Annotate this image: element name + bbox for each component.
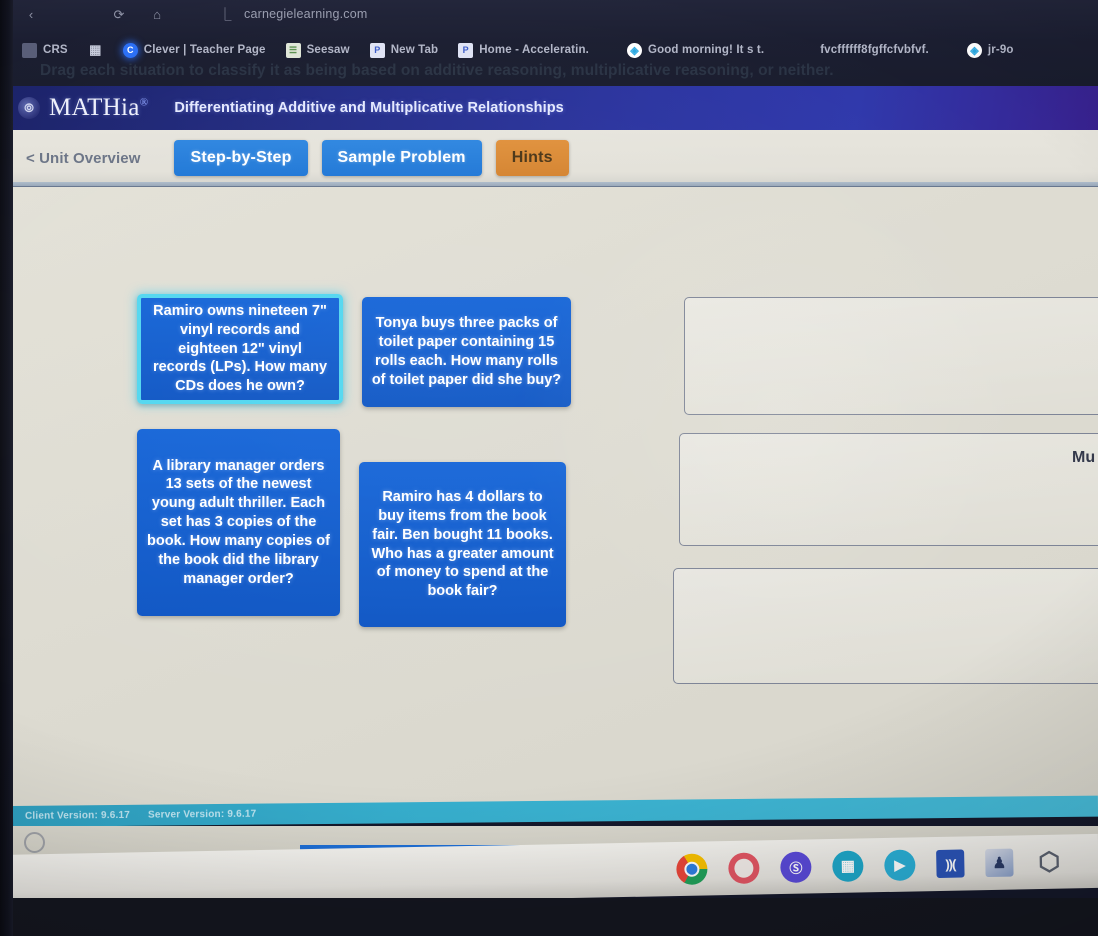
bookmark-home-accelerate[interactable]: P Home - Acceleratin. (458, 42, 589, 58)
bookmark-good-morning[interactable]: ◈ Good morning! It s t. (626, 42, 765, 58)
situation-card-text: Ramiro owns nineteen 7" vinyl records an… (152, 302, 328, 395)
situation-card-1[interactable]: Ramiro owns nineteen 7" vinyl records an… (137, 294, 343, 404)
server-version-text: Server Version: 9.6.17 (147, 808, 257, 821)
presentation-app-icon[interactable]: ▦ (832, 849, 864, 882)
reload-icon[interactable]: ⟳ (106, 4, 132, 24)
bookmark-apps[interactable]: ▦ (88, 42, 103, 58)
bookmark-crs[interactable]: CRS (22, 42, 68, 58)
home-icon[interactable]: ⌂ (144, 4, 170, 24)
situation-card-2[interactable]: Tonya buys three packs of toilet paper c… (362, 297, 571, 407)
shield-icon[interactable]: ⬡ (1034, 847, 1065, 878)
folder-icon (22, 42, 37, 58)
dropzone-neither[interactable] (673, 568, 1098, 684)
bookmark-label: jr-9o (987, 44, 1014, 56)
situation-card-text: Ramiro has 4 dollars to buy items from t… (371, 488, 554, 600)
mathia-logo-icon: ⦾ (18, 97, 40, 119)
app-logo-text: MATHia® (49, 94, 148, 122)
app-header: ⦾ MATHia® Differentiating Additive and M… (0, 86, 1098, 130)
situation-card-3[interactable]: A library manager orders 13 sets of the … (137, 429, 340, 616)
app-red-icon[interactable] (728, 851, 760, 884)
instruction-text: Drag each situation to classify it as be… (40, 62, 834, 79)
bookmark-jr9o[interactable]: ◈ jr-9o (966, 42, 1014, 58)
bookmark-label: CRS (43, 44, 68, 56)
apps-grid-icon: ▦ (89, 42, 102, 57)
app-logo-word: MATHia (49, 94, 140, 121)
art-app-icon[interactable]: ♟ (985, 848, 1014, 878)
app-subtitle: Differentiating Additive and Multiplicat… (174, 100, 564, 116)
zoom-app-icon[interactable]: ▶ (884, 848, 916, 881)
bookmark-label: Home - Acceleratin. (479, 44, 589, 56)
bookmark-seesaw[interactable]: ☰ Seesaw (285, 42, 350, 58)
unit-overview-link[interactable]: < Unit Overview (26, 150, 140, 167)
lock-icon: ⎿ (218, 6, 232, 22)
bookmark-clever[interactable]: C Clever | Teacher Page (122, 42, 266, 58)
tab-sample-problem[interactable]: Sample Problem (321, 140, 482, 176)
audio-app-icon[interactable]: ))( (936, 849, 965, 879)
tab-step-by-step[interactable]: Step-by-Step (174, 140, 308, 176)
dropzone-multiplicative-label: Mu (1072, 449, 1096, 466)
doc-icon: ◈ (966, 42, 982, 58)
seesaw-app-icon[interactable]: Ⓢ (780, 850, 812, 883)
chrome-icon[interactable] (676, 852, 708, 885)
bookmark-new-tab[interactable]: P New Tab (369, 42, 439, 58)
accelerate-icon: P (458, 42, 474, 58)
screen-bezel-left (0, 0, 13, 936)
situation-card-text: Tonya buys three packs of toilet paper c… (371, 315, 562, 388)
doc-icon: ◈ (626, 42, 642, 58)
dropzone-additive[interactable] (684, 297, 1098, 415)
new-tab-icon: P (369, 42, 385, 58)
clever-icon: C (122, 42, 138, 58)
omnibox-row: ‹ ⟳ ⌂ ⎿ carnegielearning.com (0, 0, 1098, 28)
situation-card-4[interactable]: Ramiro has 4 dollars to buy items from t… (359, 462, 566, 627)
address-bar-url[interactable]: carnegielearning.com (244, 7, 368, 21)
mouse-cursor (24, 832, 45, 853)
bookmark-label: Good morning! It s t. (647, 44, 765, 56)
tab-hints[interactable]: Hints (495, 140, 569, 176)
client-version-text: Client Version: 9.6.17 (24, 809, 131, 822)
registered-mark: ® (139, 96, 149, 109)
bookmark-label: Seesaw (306, 44, 350, 56)
screenshot-root: ‹ ⟳ ⌂ ⎿ carnegielearning.com CRS ▦ C Cle… (0, 0, 1098, 936)
bookmark-label: Clever | Teacher Page (143, 44, 266, 56)
dropzone-multiplicative[interactable] (679, 433, 1098, 546)
bookmark-misc[interactable]: fvcffffff8fgffcfvbfvf. (820, 44, 929, 56)
screen-bezel-bottom (0, 898, 1098, 936)
situation-card-text: A library manager orders 13 sets of the … (147, 457, 330, 587)
bookmark-label: fvcffffff8fgffcfvbfvf. (820, 44, 929, 56)
back-icon[interactable]: ‹ (18, 4, 44, 24)
seesaw-icon: ☰ (285, 42, 301, 58)
bookmark-label: New Tab (390, 44, 439, 56)
tab-strip: < Unit Overview Step-by-Step Sample Prob… (0, 130, 1098, 186)
